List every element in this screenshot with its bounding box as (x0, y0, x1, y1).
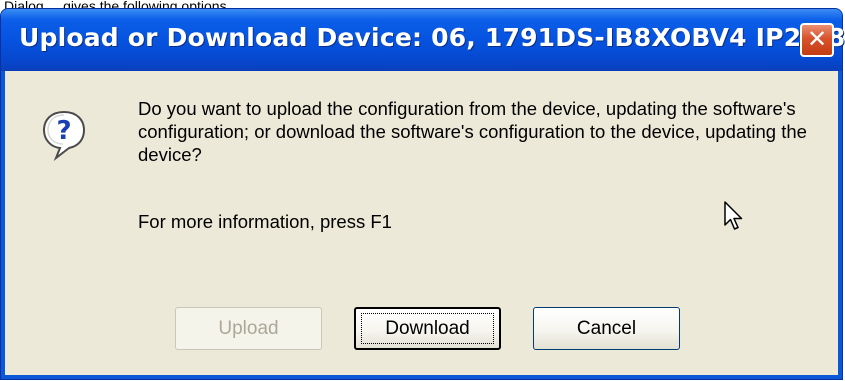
download-button[interactable]: Download (354, 307, 501, 350)
svg-text:?: ? (56, 116, 71, 146)
upload-button[interactable]: Upload (175, 307, 322, 350)
dialog-body: ? Do you want to upload the configuratio… (5, 71, 838, 375)
dialog-title: Upload or Download Device: 06, 1791DS-IB… (19, 23, 845, 52)
upload-download-dialog: Upload or Download Device: 06, 1791DS-IB… (0, 8, 845, 380)
mouse-cursor-icon (724, 201, 743, 230)
help-hint: For more information, press F1 (138, 211, 392, 232)
close-icon: ✕ (806, 25, 828, 53)
title-bar[interactable]: Upload or Download Device: 06, 1791DS-IB… (1, 9, 845, 71)
close-button[interactable]: ✕ (800, 23, 834, 57)
question-icon: ? (42, 110, 86, 161)
cancel-button[interactable]: Cancel (533, 307, 680, 350)
dialog-message: Do you want to upload the configuration … (138, 98, 807, 165)
